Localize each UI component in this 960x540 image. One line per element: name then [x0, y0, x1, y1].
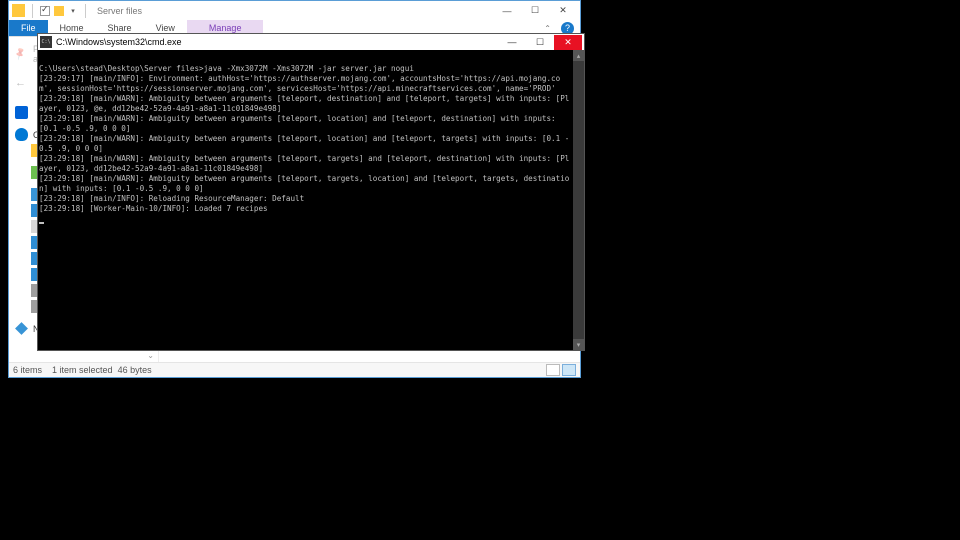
minimize-button[interactable]: — [493, 2, 521, 20]
folder-icon [12, 4, 25, 17]
cmd-scrollbar[interactable]: ▴ ▾ [573, 50, 584, 350]
scroll-up-icon[interactable]: ▴ [573, 50, 584, 61]
close-button[interactable]: ✕ [549, 2, 577, 20]
cmd-minimize-button[interactable]: — [498, 35, 526, 50]
dropbox-icon [15, 106, 28, 119]
status-item-count: 6 items [13, 365, 42, 375]
cmd-maximize-button[interactable]: ☐ [526, 35, 554, 50]
pin-icon: 📌 [13, 45, 31, 63]
scroll-down-icon[interactable]: ▾ [573, 339, 584, 350]
network-icon [15, 322, 28, 335]
arrow-left-icon: ← [15, 77, 35, 89]
maximize-button[interactable]: ☐ [521, 2, 549, 20]
cmd-icon [40, 36, 52, 48]
view-details-button[interactable] [546, 364, 560, 376]
status-selected: 1 item selected 46 bytes [52, 365, 152, 375]
cmd-close-button[interactable]: ✕ [554, 35, 582, 50]
qa-check-icon[interactable] [40, 6, 50, 16]
cmd-window: C:\Windows\system32\cmd.exe — ☐ ✕ C:\Use… [37, 33, 585, 351]
explorer-titlebar[interactable]: ▾ Server files — ☐ ✕ [9, 1, 580, 20]
view-icons-button[interactable] [562, 364, 576, 376]
window-title: Server files [97, 6, 142, 16]
qa-dropdown-icon[interactable]: ▾ [68, 4, 78, 17]
cmd-titlebar[interactable]: C:\Windows\system32\cmd.exe — ☐ ✕ [38, 34, 584, 50]
folder-small-icon [54, 6, 64, 16]
cmd-title-text: C:\Windows\system32\cmd.exe [56, 37, 182, 47]
ribbon-collapse-icon[interactable]: ⌃ [544, 24, 551, 33]
cmd-output[interactable]: C:\Users\stead\Desktop\Server files>java… [38, 50, 573, 350]
statusbar: 6 items 1 item selected 46 bytes [9, 362, 580, 377]
cloud-icon [15, 128, 28, 141]
